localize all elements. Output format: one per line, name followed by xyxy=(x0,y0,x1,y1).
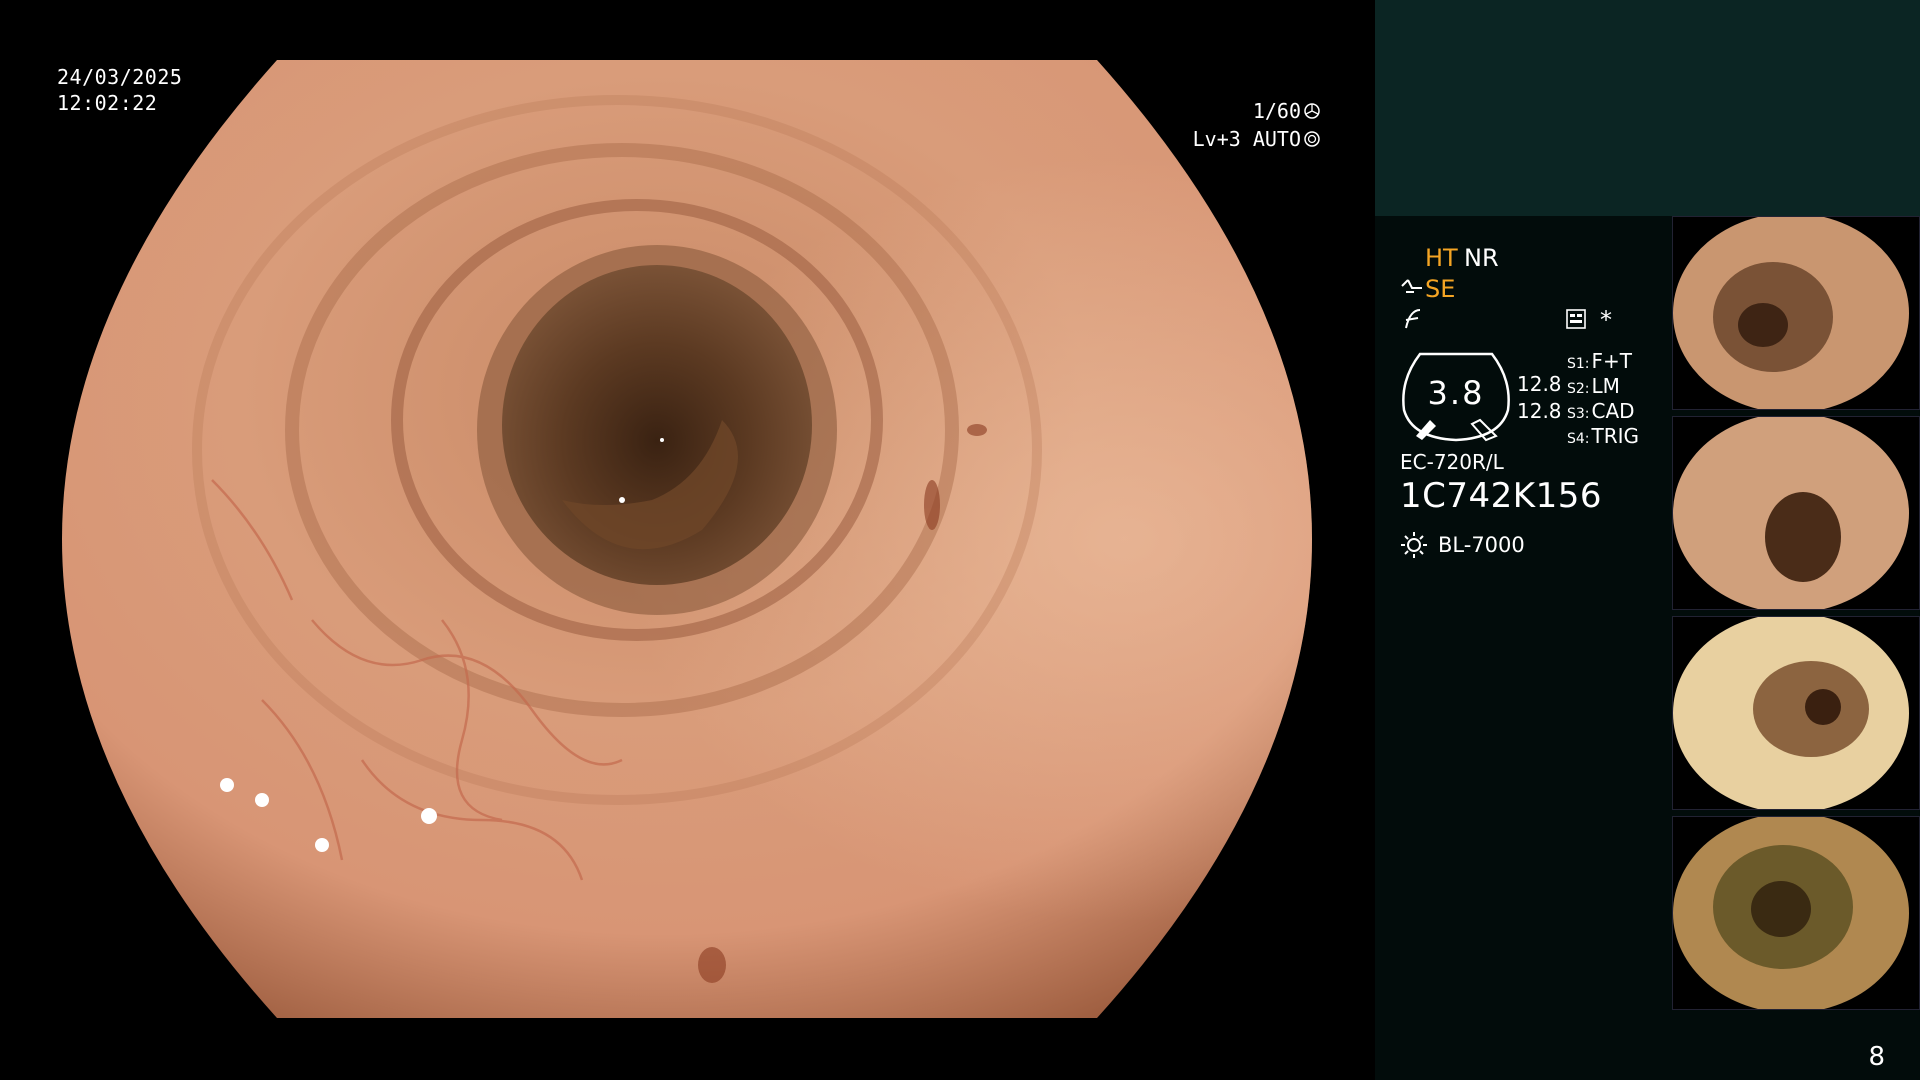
thumbnail[interactable] xyxy=(1672,416,1920,610)
panel-header-area xyxy=(1375,0,1920,216)
settings-card-icon xyxy=(1566,309,1586,329)
slot-2: S2: LM xyxy=(1567,374,1620,398)
iris-icon xyxy=(1304,131,1320,147)
curve-icon xyxy=(1405,309,1421,329)
value-top: 12.8 xyxy=(1517,372,1562,396)
thumbnail[interactable] xyxy=(1672,616,1920,810)
asterisk-mark: * xyxy=(1600,306,1612,334)
scope-serial: 1C742K156 xyxy=(1400,476,1602,516)
thumbnail-image xyxy=(1673,817,1919,1009)
thumbnail-image xyxy=(1673,417,1919,609)
mode-nr: NR xyxy=(1464,244,1499,272)
scope-model: EC-720R/L xyxy=(1400,450,1504,474)
page-number: 8 xyxy=(1868,1042,1885,1072)
thumbnail[interactable] xyxy=(1672,216,1920,410)
structure-enhance-icon xyxy=(1401,279,1422,293)
light-bulb-icon xyxy=(1401,532,1427,558)
date-label: 24/03/2025 xyxy=(57,65,183,89)
shutter-icon xyxy=(1304,103,1320,119)
light-source-label: BL-7000 xyxy=(1438,533,1525,557)
slot-1: S1: F+T xyxy=(1567,349,1632,373)
exposure-indicator: 1/60 Lv+3 AUTO xyxy=(1193,97,1320,153)
light-source: BL-7000 xyxy=(1400,531,1525,559)
datetime-overlay: 24/03/2025 12:02:22 xyxy=(57,64,182,116)
gauge-value: 3.8 xyxy=(1427,374,1485,412)
time-label: 12:02:22 xyxy=(57,91,158,115)
slot-3: S3: CAD xyxy=(1567,399,1635,423)
value-bottom: 12.8 xyxy=(1517,399,1562,423)
slot-4: S4: TRIG xyxy=(1567,424,1640,448)
mode-ht: HT xyxy=(1425,244,1458,272)
endoscope-image xyxy=(62,60,1312,1018)
colon-lumen-image xyxy=(62,60,1312,1018)
thumbnail-image xyxy=(1673,217,1919,409)
mode-se: SE xyxy=(1425,275,1456,303)
brightness-level: Lv+3 AUTO xyxy=(1192,127,1301,151)
shutter-speed: 1/60 xyxy=(1252,99,1301,123)
thumbnail-image xyxy=(1673,617,1919,809)
thumbnail[interactable] xyxy=(1672,816,1920,1010)
